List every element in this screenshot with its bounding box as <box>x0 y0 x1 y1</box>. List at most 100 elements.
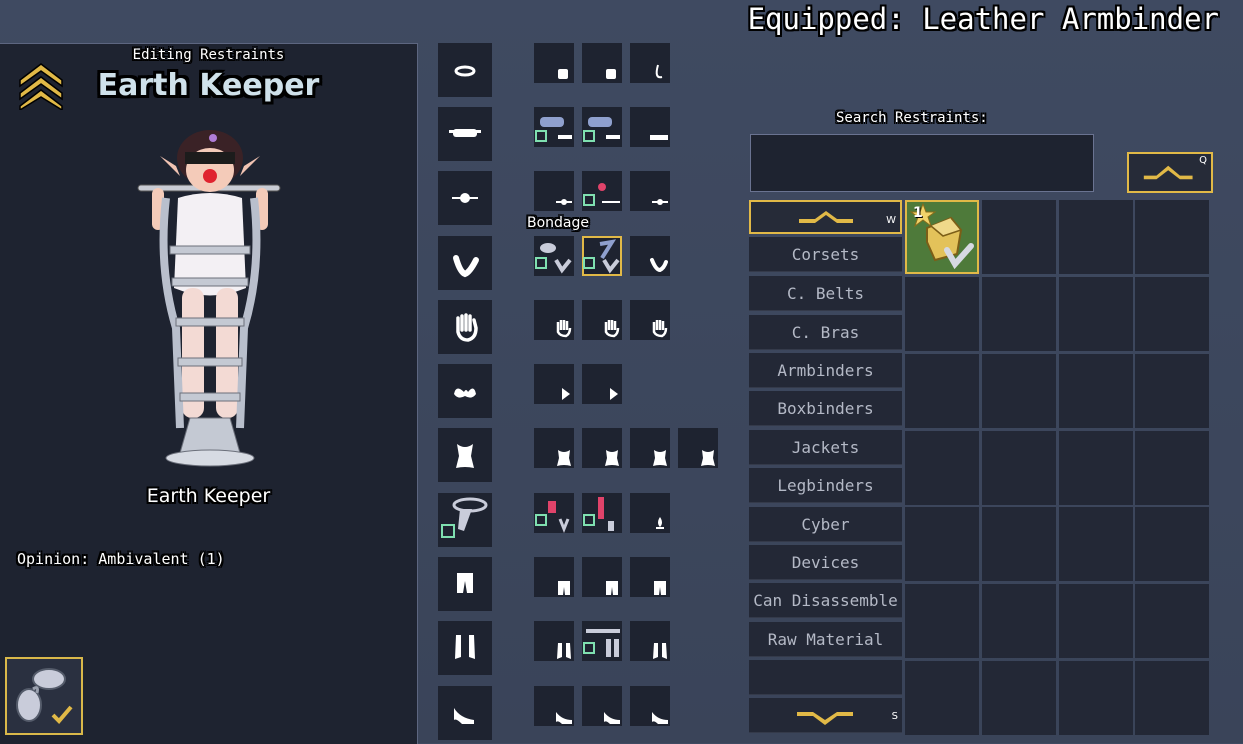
category-cyber[interactable]: Cyber <box>749 507 902 542</box>
inventory-slot-empty[interactable] <box>1135 200 1209 274</box>
slot-item[interactable] <box>630 107 670 147</box>
category-empty[interactable] <box>749 660 902 695</box>
slot-item[interactable] <box>582 428 622 468</box>
slot-item[interactable] <box>630 493 670 533</box>
inventory-slot-empty[interactable] <box>1059 277 1133 351</box>
category-corsets[interactable]: Corsets <box>749 237 902 272</box>
category-jackets[interactable]: Jackets <box>749 430 902 465</box>
slot-item[interactable] <box>630 557 670 597</box>
inventory-slot-empty[interactable] <box>982 431 1056 505</box>
category-armbinders[interactable]: Armbinders <box>749 353 902 388</box>
caret-up-icon <box>799 211 853 223</box>
inventory-slot-empty[interactable] <box>982 354 1056 428</box>
slot-item[interactable] <box>630 686 670 726</box>
boots-icon <box>557 643 571 659</box>
equipped-cuffs-button[interactable] <box>5 657 83 735</box>
inventory-slot-empty[interactable] <box>982 507 1056 581</box>
inventory-slot-empty[interactable] <box>1135 354 1209 428</box>
category-raw-material[interactable]: Raw Material <box>749 622 902 657</box>
inventory-slot-empty[interactable] <box>1059 584 1133 658</box>
inventory-slot-empty[interactable] <box>1059 354 1133 428</box>
slot-item[interactable] <box>534 493 574 533</box>
slot-item[interactable] <box>582 300 622 340</box>
slot-device[interactable] <box>438 493 492 547</box>
inventory-slot-empty[interactable] <box>905 507 979 581</box>
inventory-slot-empty[interactable] <box>905 277 979 351</box>
inventory-slot-empty[interactable] <box>982 584 1056 658</box>
slot-blindfold[interactable] <box>438 107 492 161</box>
category-scroll-down-button[interactable]: S <box>749 698 902 733</box>
caret-down-icon <box>797 712 853 725</box>
slot-item[interactable] <box>582 364 622 404</box>
slot-item[interactable] <box>582 107 622 147</box>
inventory-slot-empty[interactable] <box>905 661 979 735</box>
slot-item[interactable] <box>630 300 670 340</box>
search-input[interactable] <box>750 134 1094 192</box>
inventory-slot-empty[interactable] <box>1059 431 1133 505</box>
slot-item[interactable] <box>582 557 622 597</box>
inventory-slot-empty[interactable] <box>1135 277 1209 351</box>
inventory-slot-empty[interactable] <box>1135 431 1209 505</box>
gag-craft-icon <box>583 183 620 206</box>
category-devices[interactable]: Devices <box>749 545 902 580</box>
slot-item[interactable] <box>534 428 574 468</box>
slot-item[interactable] <box>534 236 574 276</box>
slot-arms[interactable] <box>438 236 492 290</box>
slot-collar[interactable] <box>438 43 492 97</box>
inventory-slot-empty[interactable] <box>982 200 1056 274</box>
hotkey-q: Q <box>1199 155 1207 166</box>
inventory-item-leather-armbinder[interactable]: 1 <box>905 200 979 274</box>
slot-item[interactable] <box>582 171 622 211</box>
inventory-slot-empty[interactable] <box>982 277 1056 351</box>
slot-item[interactable] <box>630 428 670 468</box>
slot-item[interactable] <box>534 300 574 340</box>
slot-item[interactable] <box>582 493 622 533</box>
slot-item[interactable] <box>678 428 718 468</box>
slot-bra[interactable] <box>438 364 492 418</box>
inventory-slot-empty[interactable] <box>1135 507 1209 581</box>
shoe-icon <box>652 712 668 724</box>
slot-item[interactable] <box>582 43 622 83</box>
category-can-disassemble[interactable]: Can Disassemble <box>749 583 902 618</box>
slot-item-selected[interactable] <box>582 236 622 276</box>
inventory-slot-empty[interactable] <box>1135 661 1209 735</box>
slot-item[interactable] <box>630 621 670 661</box>
category-c-belts[interactable]: C. Belts <box>749 276 902 311</box>
category-c-bras[interactable]: C. Bras <box>749 315 902 350</box>
inventory-slot-empty[interactable] <box>1059 200 1133 274</box>
category-legbinders[interactable]: Legbinders <box>749 468 902 503</box>
inventory-slot-empty[interactable] <box>905 431 979 505</box>
slot-item[interactable] <box>582 621 622 661</box>
slot-hands[interactable] <box>438 300 492 354</box>
device-icon <box>441 497 488 538</box>
slot-item[interactable] <box>534 364 574 404</box>
slot-item[interactable] <box>630 171 670 211</box>
slot-corset[interactable] <box>438 428 492 482</box>
slot-item[interactable] <box>582 686 622 726</box>
search-filter-button[interactable]: Q <box>1127 152 1213 193</box>
slot-item[interactable] <box>534 107 574 147</box>
slot-item[interactable] <box>630 43 670 83</box>
inventory-slot-empty[interactable] <box>982 661 1056 735</box>
slot-gag[interactable] <box>438 171 492 225</box>
slot-pants[interactable] <box>438 557 492 611</box>
inventory-slot-empty[interactable] <box>1059 507 1133 581</box>
inventory-slot-empty[interactable] <box>905 584 979 658</box>
slot-item[interactable] <box>534 43 574 83</box>
slot-shoes[interactable] <box>438 686 492 740</box>
inventory-slot-empty[interactable] <box>1135 584 1209 658</box>
hand-icon <box>604 320 620 338</box>
slot-boots[interactable] <box>438 621 492 675</box>
inventory-slot-empty[interactable] <box>905 354 979 428</box>
slot-item[interactable] <box>534 621 574 661</box>
armbinder-craft-icon <box>583 239 620 274</box>
slot-item[interactable] <box>534 686 574 726</box>
category-scroll-up-button[interactable]: W <box>749 200 902 234</box>
category-boxbinders[interactable]: Boxbinders <box>749 391 902 426</box>
slot-item[interactable] <box>630 236 670 276</box>
inventory-slot-empty[interactable] <box>1059 661 1133 735</box>
slot-item[interactable] <box>534 557 574 597</box>
slot-item[interactable] <box>534 171 574 211</box>
character-portrait <box>137 130 281 467</box>
bra-icon <box>562 388 570 400</box>
